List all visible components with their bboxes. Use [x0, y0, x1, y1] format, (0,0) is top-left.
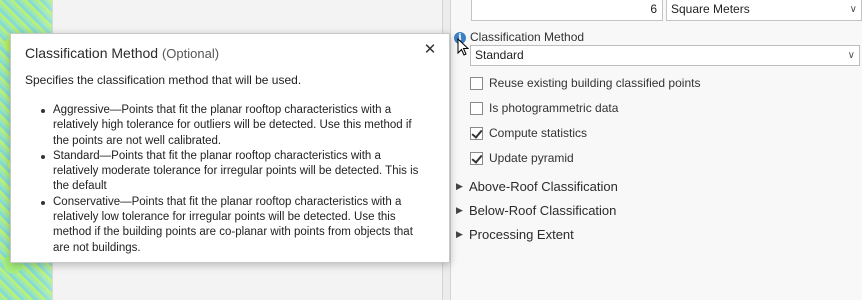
classification-method-label: Classification Method — [470, 30, 585, 44]
section-below-roof[interactable]: ▶ Below-Roof Classification — [456, 202, 616, 218]
update-pyramid-label: Update pyramid — [489, 151, 574, 165]
compute-statistics-checkbox-row[interactable]: Compute statistics — [470, 125, 587, 141]
tooltip-optional-tag: (Optional) — [161, 46, 220, 61]
classification-method-select[interactable]: Standard ∨ — [470, 45, 860, 66]
compute-statistics-checkbox[interactable] — [470, 126, 483, 140]
section-above-roof[interactable]: ▶ Above-Roof Classification — [456, 178, 618, 194]
reuse-classified-checkbox[interactable] — [470, 76, 483, 90]
photogrammetric-label: Is photogrammetric data — [489, 101, 619, 115]
photogrammetric-checkbox[interactable] — [470, 101, 483, 115]
section-processing-extent-label: Processing Extent — [469, 226, 574, 242]
update-pyramid-checkbox-row[interactable]: Update pyramid — [470, 150, 574, 166]
list-item: Standard—Points that fit the planar roof… — [41, 149, 437, 195]
area-unit-value: Square Meters — [671, 2, 750, 16]
tooltip-options-list: Aggressive—Points that fit the planar ro… — [25, 103, 437, 256]
reuse-classified-label: Reuse existing building classified point… — [489, 76, 701, 90]
mouse-cursor-icon — [457, 38, 469, 56]
list-item: Conservative—Points that fit the planar … — [41, 195, 437, 256]
classification-method-value: Standard — [475, 48, 524, 62]
chevron-down-icon: ∨ — [849, 4, 857, 15]
list-item: Aggressive—Points that fit the planar ro… — [41, 103, 437, 149]
section-below-roof-label: Below-Roof Classification — [469, 202, 617, 218]
tooltip-title: Classification Method (Optional) — [25, 45, 437, 61]
close-icon[interactable]: ✕ — [423, 42, 437, 57]
section-above-roof-label: Above-Roof Classification — [469, 178, 618, 194]
parameter-help-tooltip: Classification Method (Optional) ✕ Speci… — [10, 33, 450, 263]
photogrammetric-checkbox-row[interactable]: Is photogrammetric data — [470, 100, 618, 116]
area-unit-select[interactable]: Square Meters ∨ — [666, 0, 862, 21]
tooltip-title-text: Classification Method — [25, 45, 159, 61]
tooltip-description: Specifies the classification method that… — [25, 73, 302, 87]
update-pyramid-checkbox[interactable] — [470, 151, 483, 165]
chevron-right-icon: ▶ — [456, 180, 463, 191]
chevron-down-icon: ∨ — [847, 50, 855, 61]
section-processing-extent[interactable]: ▶ Processing Extent — [456, 226, 574, 242]
chevron-right-icon: ▶ — [456, 228, 463, 239]
chevron-right-icon: ▶ — [456, 204, 463, 215]
reuse-classified-checkbox-row[interactable]: Reuse existing building classified point… — [470, 75, 700, 91]
min-area-input[interactable]: 6 — [471, 0, 663, 21]
compute-statistics-label: Compute statistics — [489, 126, 588, 140]
